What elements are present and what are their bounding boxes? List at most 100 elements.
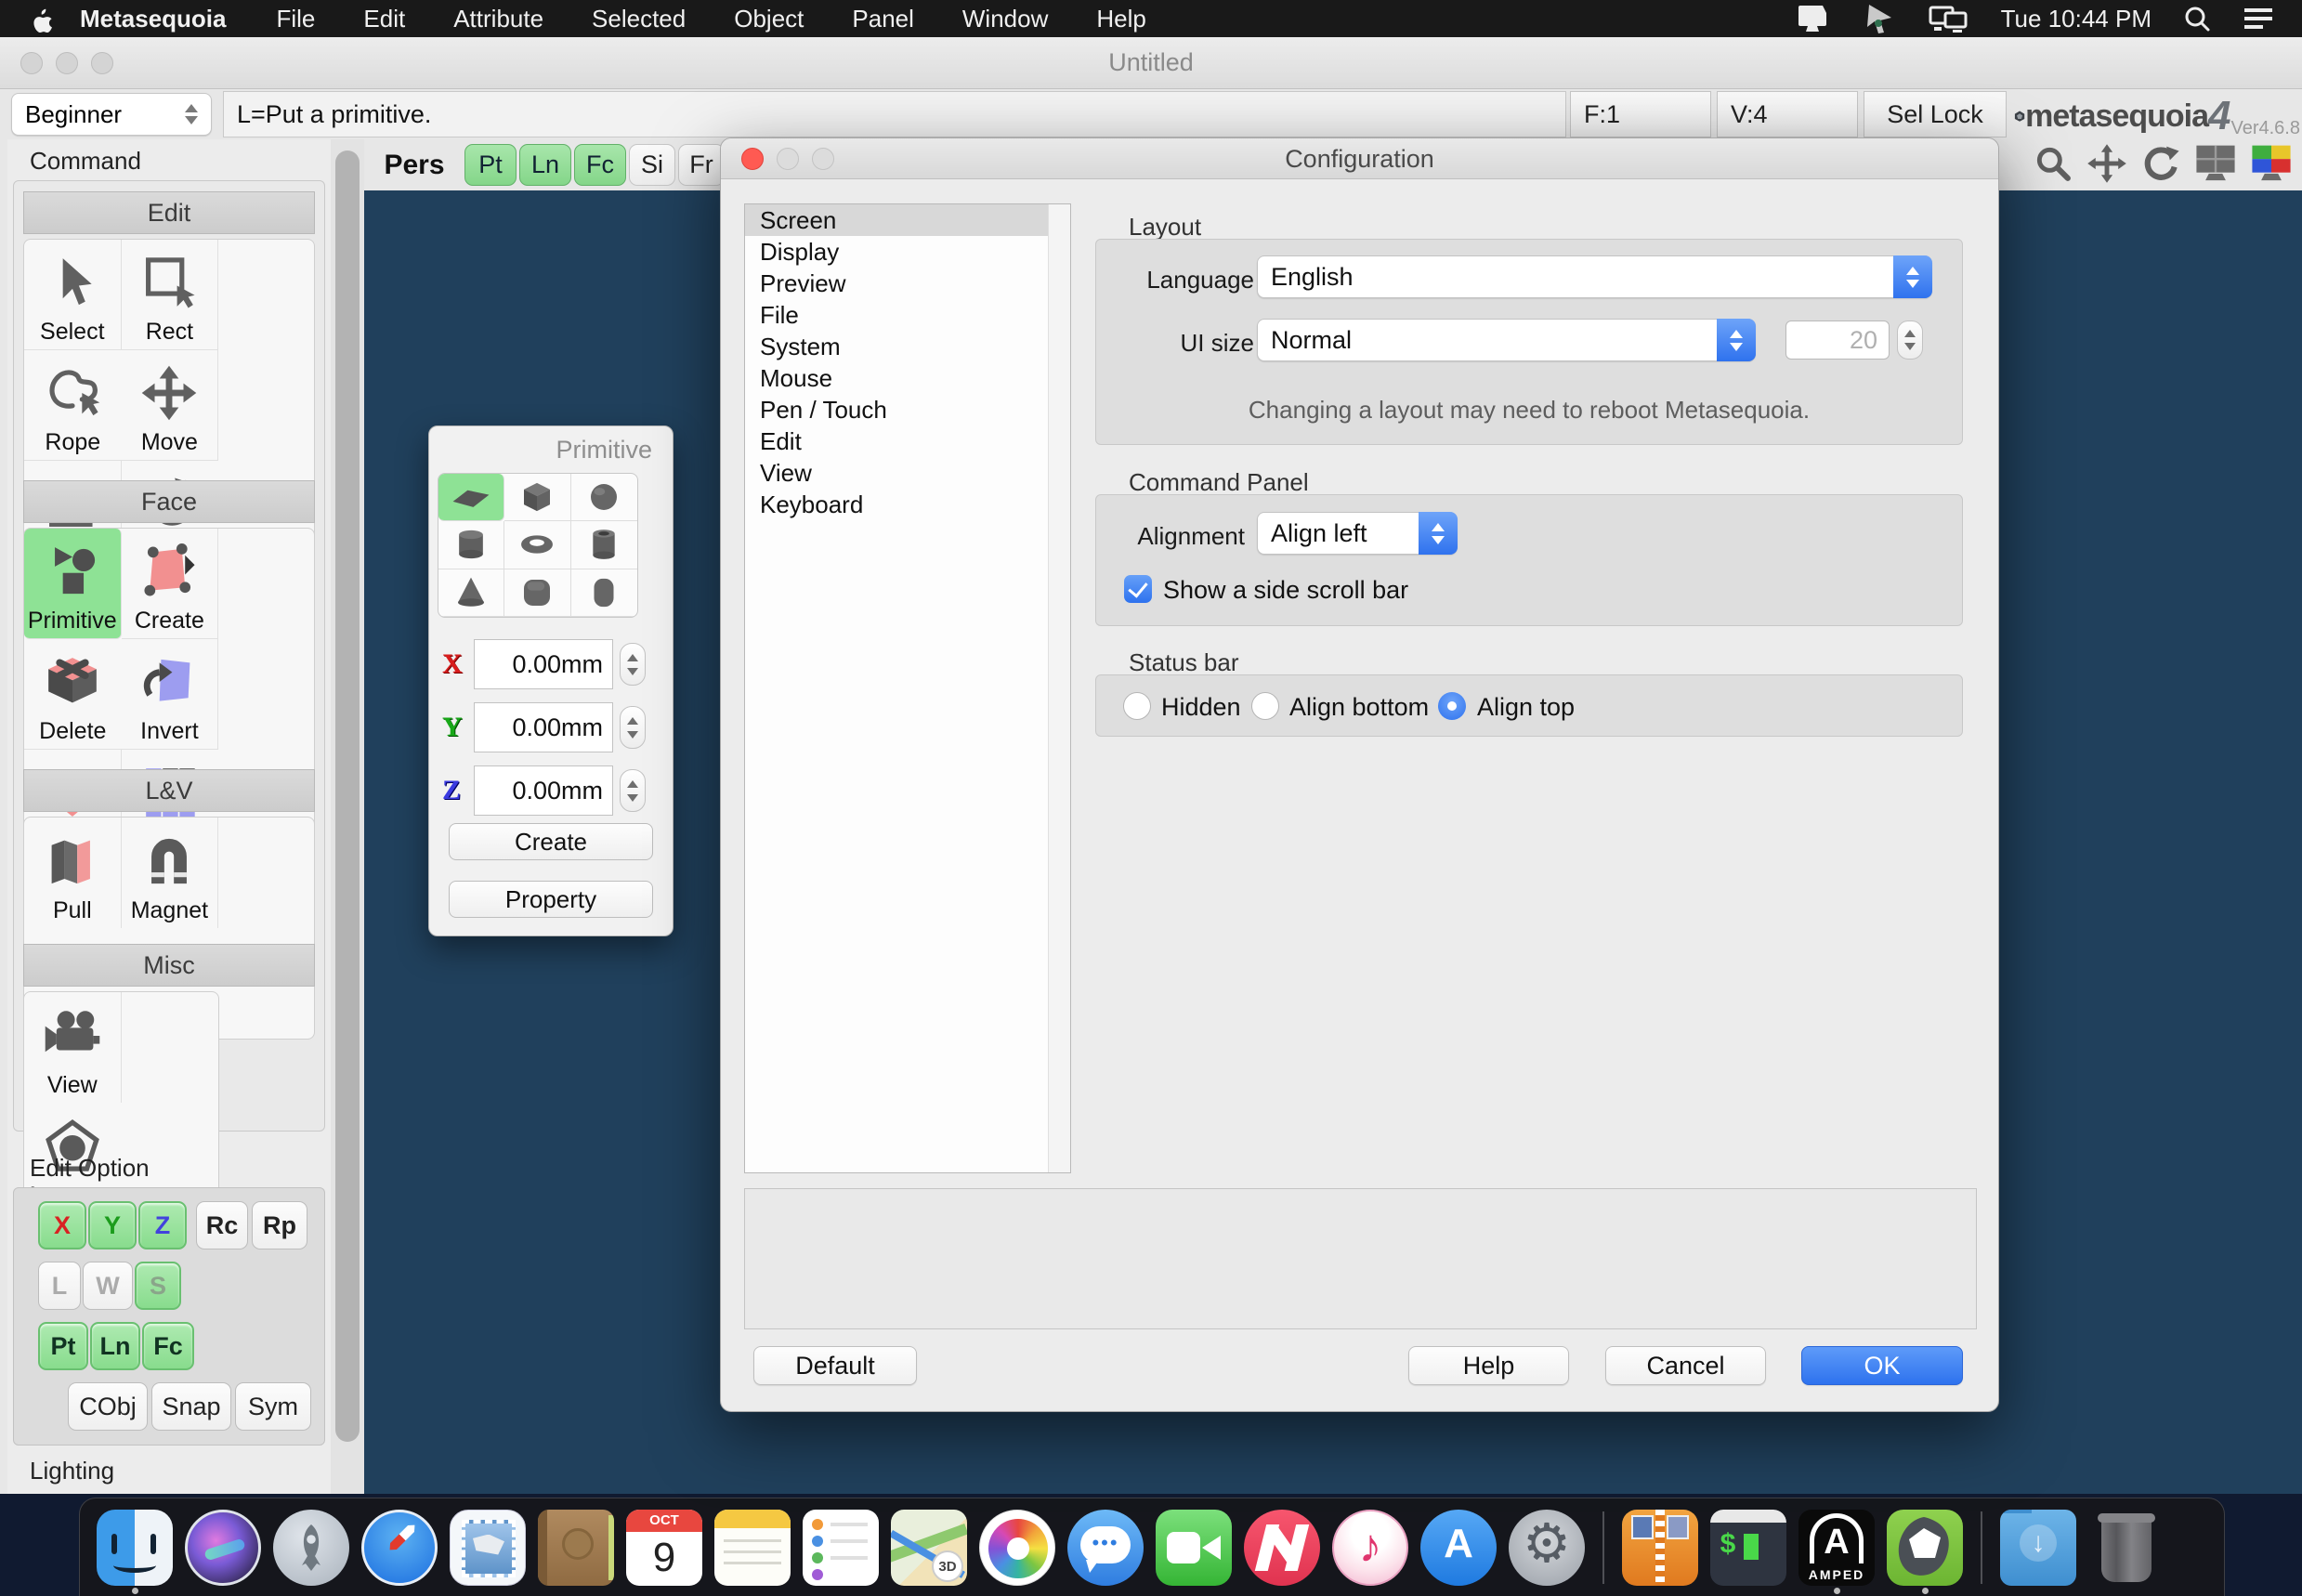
- menu-app-name[interactable]: Metasequoia: [54, 5, 253, 33]
- menu-attribute[interactable]: Attribute: [429, 5, 568, 33]
- key-rc[interactable]: Rc: [196, 1201, 248, 1249]
- menu-object[interactable]: Object: [710, 5, 828, 33]
- sel-lock-button[interactable]: Sel Lock: [1864, 91, 2007, 137]
- section-header-face[interactable]: Face: [23, 480, 315, 523]
- dock-item-facetime[interactable]: [1156, 1510, 1232, 1586]
- dock-item-downloads[interactable]: ↓: [2000, 1510, 2076, 1586]
- command-primitive[interactable]: Primitive: [24, 529, 122, 639]
- key-x[interactable]: X: [38, 1201, 86, 1249]
- apple-menu-icon[interactable]: [30, 5, 54, 33]
- shape-capsule[interactable]: [571, 569, 637, 617]
- menu-clock[interactable]: Tue 10:44 PM: [2001, 5, 2152, 33]
- list-item-keyboard[interactable]: Keyboard: [745, 489, 1070, 520]
- command-view[interactable]: View: [24, 992, 122, 1103]
- tab-ln[interactable]: Ln: [519, 144, 571, 186]
- command-magnet[interactable]: Magnet: [122, 818, 219, 928]
- shape-plane[interactable]: [438, 474, 504, 521]
- dock-item-safari[interactable]: [361, 1510, 438, 1586]
- dock-item-photos[interactable]: [979, 1510, 1055, 1586]
- dock-item-archiver[interactable]: [1622, 1510, 1698, 1586]
- list-item-mouse[interactable]: Mouse: [745, 362, 1070, 394]
- command-rope[interactable]: Rope: [24, 350, 122, 461]
- dock-item-maps[interactable]: 3D: [891, 1510, 967, 1586]
- command-delete[interactable]: Delete: [24, 639, 122, 750]
- list-item-screen[interactable]: Screen: [745, 204, 1070, 236]
- list-item-system[interactable]: System: [745, 331, 1070, 362]
- list-item-display[interactable]: Display: [745, 236, 1070, 268]
- dock-item-messages[interactable]: •••: [1067, 1510, 1144, 1586]
- shape-cube[interactable]: [504, 474, 570, 521]
- dock-item-notes[interactable]: [714, 1510, 791, 1586]
- list-item-file[interactable]: File: [745, 299, 1070, 331]
- radio-align-top[interactable]: [1438, 692, 1466, 720]
- dock-item-system-preferences[interactable]: ⚙: [1509, 1510, 1585, 1586]
- command-rect[interactable]: Rect: [122, 240, 219, 350]
- dock-item-reminders[interactable]: [803, 1510, 879, 1586]
- tab-fr[interactable]: Fr: [678, 144, 725, 186]
- shape-cone[interactable]: [438, 569, 504, 617]
- command-panel-scrollbar[interactable]: [331, 139, 364, 1494]
- ui-size-stepper[interactable]: [1897, 321, 1923, 360]
- ui-size-number-input[interactable]: 20: [1785, 321, 1890, 360]
- radio-hidden[interactable]: [1123, 692, 1151, 720]
- key-y[interactable]: Y: [88, 1201, 137, 1249]
- cancel-button[interactable]: Cancel: [1605, 1346, 1766, 1385]
- section-header-misc[interactable]: Misc: [23, 944, 315, 987]
- config-titlebar[interactable]: Configuration: [721, 138, 1998, 179]
- scrollbar-thumb[interactable]: [335, 150, 360, 1442]
- dock-item-mail[interactable]: [450, 1510, 526, 1586]
- command-move[interactable]: Move: [122, 350, 219, 461]
- single-view-icon[interactable]: [2194, 143, 2237, 184]
- key-s[interactable]: S: [135, 1262, 181, 1310]
- language-select[interactable]: English: [1257, 255, 1932, 298]
- key-rp[interactable]: Rp: [252, 1201, 307, 1249]
- primitive-create-button[interactable]: Create: [449, 823, 653, 860]
- shape-rounded-cube[interactable]: [504, 569, 570, 617]
- key-sym[interactable]: Sym: [235, 1382, 311, 1431]
- quad-view-icon[interactable]: [2250, 143, 2293, 184]
- section-header-edit[interactable]: Edit: [23, 191, 315, 234]
- key-fc[interactable]: Fc: [142, 1322, 194, 1370]
- axis-x-stepper[interactable]: [620, 643, 646, 686]
- axis-y-input[interactable]: 0.00mm: [474, 702, 613, 752]
- axis-y-stepper[interactable]: [620, 706, 646, 749]
- dock-item-news[interactable]: [1244, 1510, 1320, 1586]
- ok-button[interactable]: OK: [1801, 1346, 1963, 1385]
- dock-item-metasequoia[interactable]: [1887, 1510, 1963, 1586]
- display-status-icon[interactable]: [1795, 4, 1832, 33]
- menu-edit[interactable]: Edit: [339, 5, 429, 33]
- key-z[interactable]: Z: [138, 1201, 187, 1249]
- zoom-tool-icon[interactable]: [2033, 143, 2073, 184]
- default-button[interactable]: Default: [753, 1346, 917, 1385]
- list-item-view[interactable]: View: [745, 457, 1070, 489]
- primitive-property-button[interactable]: Property: [449, 881, 653, 918]
- dock-item-itunes[interactable]: ♪: [1332, 1510, 1408, 1586]
- menu-window[interactable]: Window: [938, 5, 1072, 33]
- tab-si[interactable]: Si: [629, 144, 675, 186]
- key-snap[interactable]: Snap: [151, 1382, 231, 1431]
- pan-tool-icon[interactable]: [2086, 143, 2127, 184]
- shape-cylinder[interactable]: [438, 521, 504, 569]
- screen-share-icon[interactable]: [1864, 3, 1897, 34]
- axis-z-stepper[interactable]: [620, 769, 646, 812]
- menu-file[interactable]: File: [253, 5, 340, 33]
- section-header-lv[interactable]: L&V: [23, 769, 315, 812]
- notification-center-icon[interactable]: [2243, 6, 2274, 32]
- list-scrollbar[interactable]: [1048, 204, 1070, 1172]
- tab-pt[interactable]: Pt: [464, 144, 517, 186]
- lighting-section-title[interactable]: Lighting: [30, 1457, 114, 1485]
- menu-help[interactable]: Help: [1072, 5, 1170, 33]
- alignment-select[interactable]: Align left: [1257, 512, 1458, 555]
- key-w[interactable]: W: [83, 1262, 133, 1310]
- command-create[interactable]: Create: [122, 529, 219, 639]
- shape-torus[interactable]: [504, 521, 570, 569]
- list-item-pen-touch[interactable]: Pen / Touch: [745, 394, 1070, 425]
- list-item-edit[interactable]: Edit: [745, 425, 1070, 457]
- dock-item-contacts[interactable]: [538, 1510, 614, 1586]
- displays-status-icon[interactable]: [1929, 4, 1969, 33]
- radio-align-bottom[interactable]: [1251, 692, 1279, 720]
- key-ln[interactable]: Ln: [90, 1322, 140, 1370]
- rotate-view-icon[interactable]: [2140, 143, 2181, 184]
- dock-item-trash[interactable]: [2088, 1510, 2165, 1586]
- dock-item-siri[interactable]: [185, 1510, 261, 1586]
